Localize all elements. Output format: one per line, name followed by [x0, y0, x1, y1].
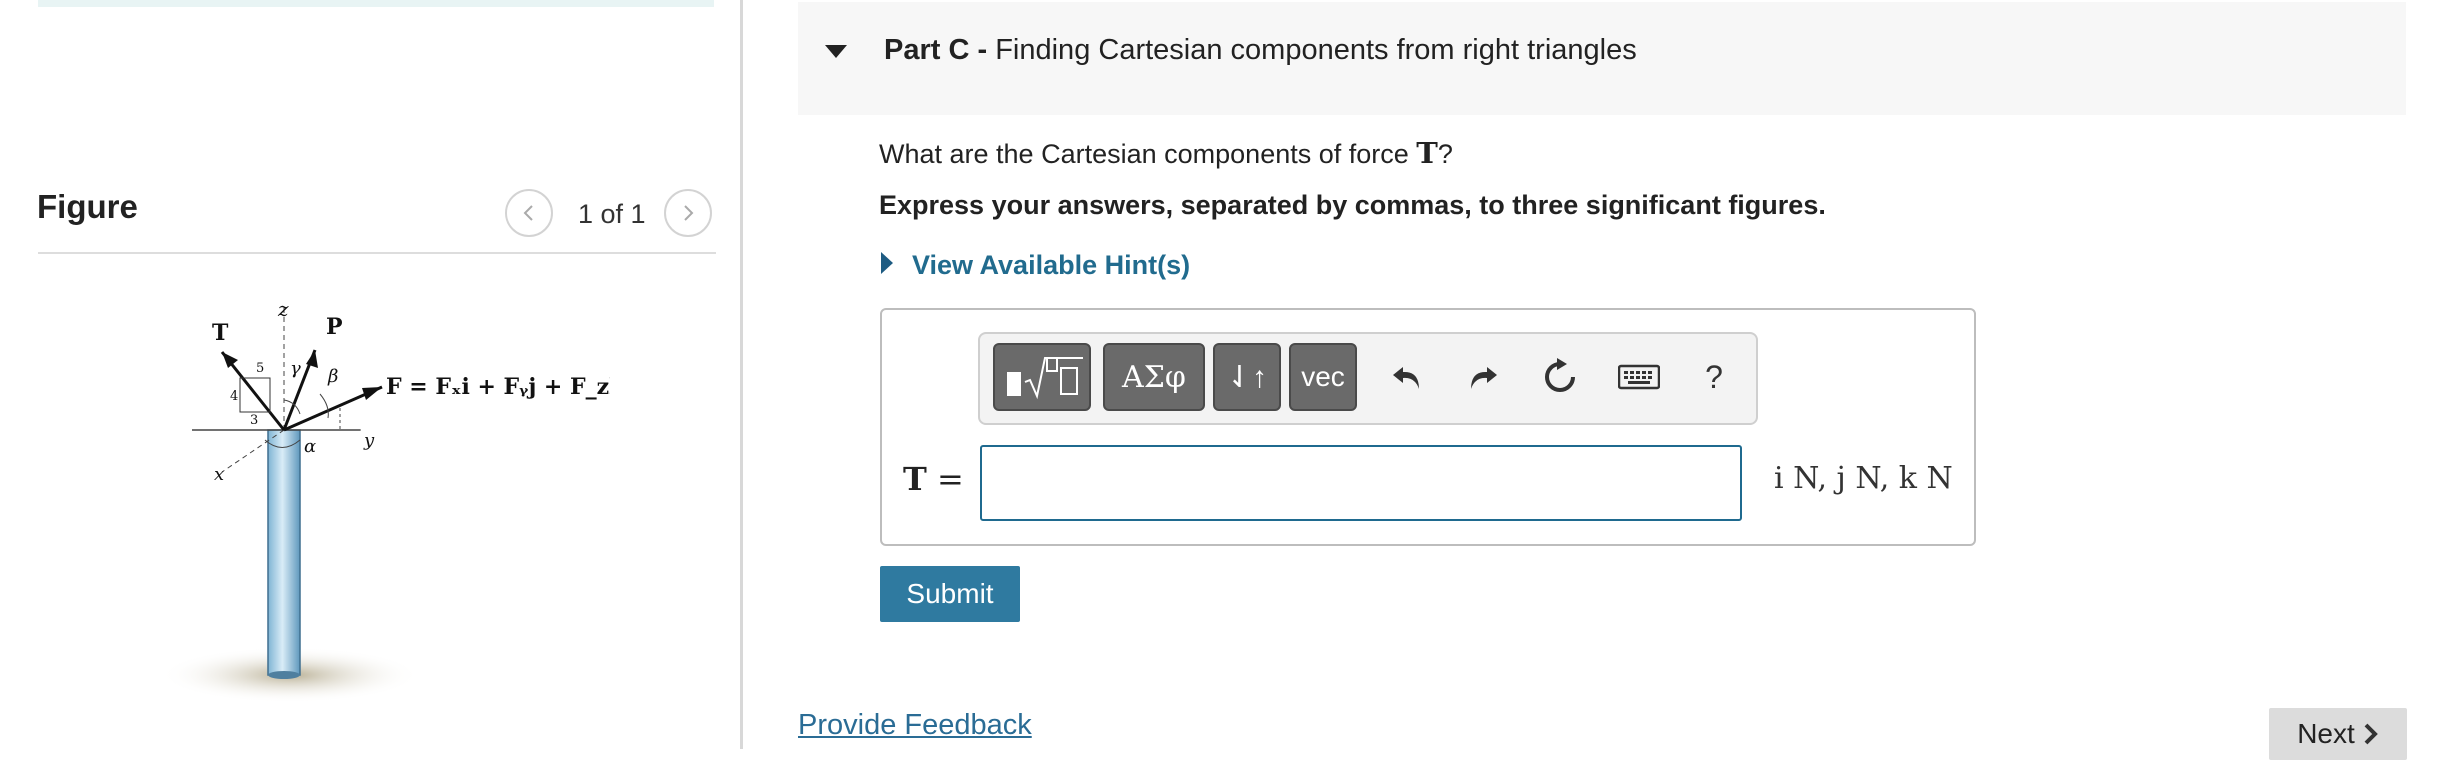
undo-button[interactable]	[1384, 354, 1430, 400]
part-label: Part C -	[884, 34, 988, 66]
figure-label-4: 4	[230, 389, 238, 404]
figure-label-alpha: α	[304, 436, 316, 457]
answer-input[interactable]	[980, 445, 1742, 521]
figure-label-x: x	[214, 464, 224, 485]
redo-icon	[1471, 367, 1497, 389]
figure-label-3: 3	[250, 413, 258, 428]
figure-label-y: y	[363, 430, 375, 451]
figure-label-T: T	[212, 320, 229, 346]
undo-icon	[1393, 367, 1419, 389]
greek-letters-button[interactable]: ΑΣφ	[1103, 343, 1205, 411]
figure-prev-button[interactable]	[505, 189, 553, 237]
keyboard-button[interactable]	[1614, 354, 1664, 400]
pole	[267, 429, 301, 676]
view-hints-link[interactable]: View Available Hint(s)	[912, 250, 1190, 281]
figure-page-indicator: 1 of 1	[578, 199, 646, 229]
redo-button[interactable]	[1460, 354, 1506, 400]
help-button[interactable]: ?	[1691, 354, 1737, 400]
question-text: What are the Cartesian components of for…	[879, 136, 1453, 170]
vector-button[interactable]: vec	[1289, 343, 1357, 411]
chevron-right-icon	[2364, 723, 2378, 745]
chevron-left-icon	[523, 205, 533, 221]
figure-label-beta: β	[327, 366, 338, 387]
figure-label-gamma: γ	[290, 358, 301, 379]
chevron-right-icon	[684, 205, 694, 221]
figure-label-P: P	[326, 314, 343, 340]
panel-divider	[740, 0, 743, 749]
next-label: Next	[2297, 718, 2355, 749]
instructions: Express your answers, separated by comma…	[879, 190, 1826, 220]
caret-down-icon[interactable]	[825, 45, 847, 58]
part-title: Part C - Finding Cartesian components fr…	[884, 34, 1637, 67]
figure-label-z: z	[277, 297, 289, 321]
answer-units: i N, j N, k N	[1774, 461, 1953, 496]
figure-label-5: 5	[256, 361, 264, 376]
figure-divider	[38, 252, 716, 254]
next-button[interactable]: Next	[2269, 708, 2407, 760]
reset-icon	[1545, 358, 1575, 392]
submit-button[interactable]: Submit	[880, 566, 1020, 622]
templates-button[interactable]	[993, 343, 1091, 411]
caret-right-icon[interactable]	[881, 252, 893, 274]
question-symbol: T	[1416, 136, 1438, 170]
left-panel-top-bar	[38, 0, 714, 7]
arrows-button[interactable]: ⇃↑	[1213, 343, 1281, 411]
figure-next-button[interactable]	[664, 189, 712, 237]
figure-title: Figure	[37, 188, 138, 225]
templates-sqrt-icon	[1007, 357, 1083, 400]
keyboard-icon	[1618, 364, 1660, 390]
figure-equation: F = Fₓi + Fᵧj + F_zk	[386, 374, 610, 400]
reset-button[interactable]	[1537, 354, 1583, 400]
provide-feedback-link[interactable]: Provide Feedback	[798, 709, 1032, 742]
figure-image: T z P γ β α y x 4 5 3 F = Fₓi + Fᵧj + F_…	[160, 297, 610, 703]
part-title-text: Finding Cartesian components from right …	[995, 34, 1637, 66]
answer-variable-label: T =	[903, 460, 964, 498]
